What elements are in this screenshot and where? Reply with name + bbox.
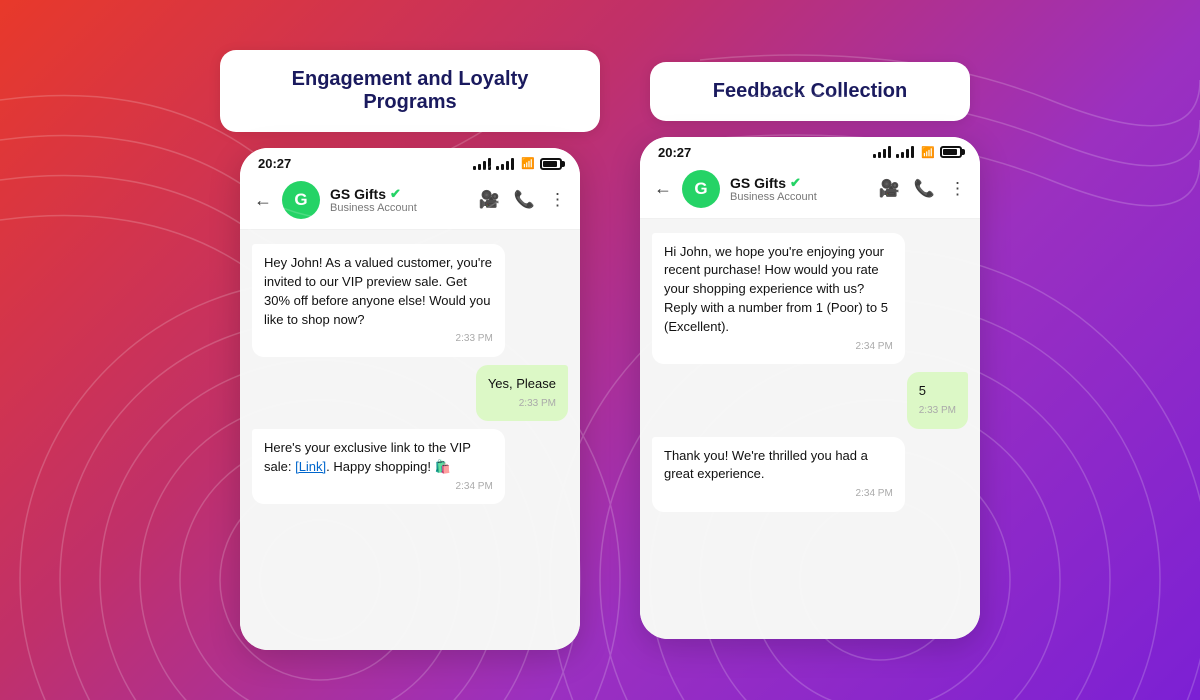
phone1-chat: Hey John! As a valued customer, you're i… [240, 230, 580, 650]
phone1-avatar: G [282, 181, 320, 219]
phone1-contact-name: GS Gifts ✔ [330, 186, 469, 202]
more-options-icon[interactable]: ⋮ [549, 190, 566, 210]
phone1-contact-subtitle: Business Account [330, 202, 469, 214]
msg6-row: Thank you! We're thrilled you had a grea… [652, 437, 968, 512]
msg3-time: 2:34 PM [264, 480, 493, 495]
msg6-time: 2:34 PM [664, 487, 893, 502]
msg4-text: Hi John, we hope you're enjoying your re… [664, 244, 888, 334]
msg4-bubble: Hi John, we hope you're enjoying your re… [652, 233, 905, 365]
phone1-contact-info: GS Gifts ✔ Business Account [330, 186, 469, 214]
phone1-signal2 [496, 158, 514, 170]
phone2-time: 20:27 [658, 145, 691, 160]
phone2-contact-subtitle: Business Account [730, 191, 869, 203]
msg5-text: 5 [919, 383, 926, 398]
phone2-status-icons: 📶 [873, 146, 962, 159]
msg3-text-after: . Happy shopping! 🛍️ [326, 459, 451, 474]
msg1-row: Hey John! As a valued customer, you're i… [252, 244, 568, 357]
phone2-avatar: G [682, 170, 720, 208]
phone2-contact-info: GS Gifts ✔ Business Account [730, 175, 869, 203]
phone1-header-actions: 🎥 📞 ⋮ [479, 190, 566, 210]
msg2-bubble: Yes, Please 2:33 PM [476, 365, 568, 421]
back-arrow2-icon[interactable]: ← [654, 178, 672, 199]
phone1-header: ← G GS Gifts ✔ Business Account 🎥 📞 ⋮ [240, 175, 580, 230]
phone2-header-actions: 🎥 📞 ⋮ [879, 179, 966, 199]
msg2-row: Yes, Please 2:33 PM [252, 365, 568, 421]
feedback-title: Feedback Collection [690, 80, 930, 103]
more-options2-icon[interactable]: ⋮ [949, 179, 966, 199]
voice-call-icon[interactable]: 📞 [514, 190, 535, 210]
phone1-battery-icon [540, 158, 562, 170]
video-call2-icon[interactable]: 🎥 [879, 179, 900, 199]
engagement-title: Engagement and Loyalty Programs [260, 68, 560, 114]
phone1-time: 20:27 [258, 156, 291, 171]
feedback-title-box: Feedback Collection [650, 62, 970, 121]
background-waves [0, 0, 1200, 700]
msg5-bubble: 5 2:33 PM [907, 372, 968, 428]
msg1-time: 2:33 PM [264, 332, 493, 347]
phone1-signal [473, 158, 491, 170]
msg5-time: 2:33 PM [919, 404, 956, 419]
verified-badge-icon: ✔ [390, 186, 401, 202]
feedback-phone: 20:27 📶 [640, 137, 980, 639]
msg1-bubble: Hey John! As a valued customer, you're i… [252, 244, 505, 357]
voice-call2-icon[interactable]: 📞 [914, 179, 935, 199]
feedback-panel: Feedback Collection 20:27 📶 [640, 62, 980, 639]
phone2-signal [873, 146, 891, 158]
msg5-row: 5 2:33 PM [652, 372, 968, 428]
phone1-status-icons: 📶 [473, 157, 562, 170]
msg6-text: Thank you! We're thrilled you had a grea… [664, 448, 868, 482]
phone2-wifi-icon: 📶 [921, 146, 935, 159]
engagement-phone: 20:27 📶 [240, 148, 580, 650]
phone2-status-bar: 20:27 📶 [640, 137, 980, 164]
msg1-text: Hey John! As a valued customer, you're i… [264, 255, 492, 327]
phone2-contact-name: GS Gifts ✔ [730, 175, 869, 191]
msg6-bubble: Thank you! We're thrilled you had a grea… [652, 437, 905, 512]
phone2-signal2 [896, 146, 914, 158]
phone2-battery-icon [940, 146, 962, 158]
msg4-row: Hi John, we hope you're enjoying your re… [652, 233, 968, 365]
video-call-icon[interactable]: 🎥 [479, 190, 500, 210]
engagement-title-box: Engagement and Loyalty Programs [220, 50, 600, 132]
msg2-time: 2:33 PM [488, 397, 556, 412]
msg3-bubble: Here's your exclusive link to the VIP sa… [252, 429, 505, 504]
back-arrow-icon[interactable]: ← [254, 190, 272, 211]
msg2-text: Yes, Please [488, 376, 556, 391]
verified-badge2-icon: ✔ [790, 175, 801, 191]
phone1-wifi-icon: 📶 [521, 157, 535, 170]
phone2-chat: Hi John, we hope you're enjoying your re… [640, 219, 980, 639]
msg3-link[interactable]: [Link] [295, 459, 326, 474]
msg3-row: Here's your exclusive link to the VIP sa… [252, 429, 568, 504]
engagement-panel: Engagement and Loyalty Programs 20:27 [220, 50, 600, 650]
phone2-header: ← G GS Gifts ✔ Business Account 🎥 📞 ⋮ [640, 164, 980, 219]
phone1-status-bar: 20:27 📶 [240, 148, 580, 175]
msg4-time: 2:34 PM [664, 340, 893, 355]
